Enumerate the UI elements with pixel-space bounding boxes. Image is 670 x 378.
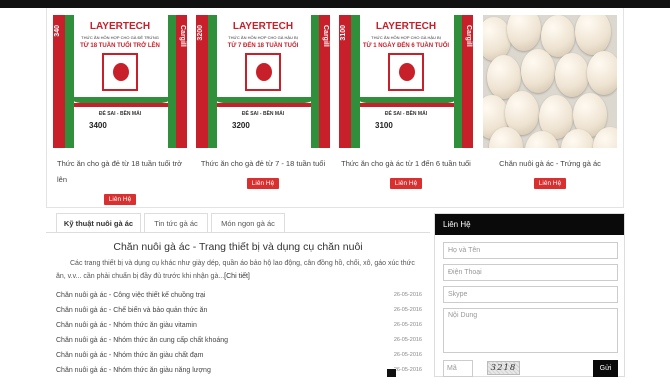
captcha-row: Mã 3218 Gửi (443, 360, 618, 377)
news-title[interactable]: Chăn nuôi gà ác - Công việc thiết kế chu… (56, 292, 205, 299)
egg (587, 51, 617, 95)
contact-form: Liên Hệ Họ và Tên Điện Thoại Skype Nội D… (434, 213, 625, 377)
contact-button[interactable]: Liên Hệ (103, 194, 137, 205)
scroll-to-top-button[interactable] (387, 369, 396, 377)
news-date: 26-05-2016 (393, 367, 422, 373)
article-description: Các trang thiết bị và dụng cụ khác như g… (56, 257, 418, 283)
product-caption[interactable]: Thức ăn cho gà đẻ từ 18 tuần tuổi trở lê… (53, 156, 187, 188)
bag-tagline: ĐẺ SAI - BỀN MÁI (98, 111, 142, 117)
captcha-input[interactable]: Mã (443, 360, 473, 377)
captcha-image: 3218 (487, 361, 520, 375)
list-item[interactable]: Chăn nuôi gà ác - Nhóm thức ăn cung cấp … (56, 333, 428, 348)
egg (507, 15, 541, 51)
list-item[interactable]: Chăn nuôi gà ác - Chế biến và bảo quản t… (56, 303, 428, 318)
bag-stripe (360, 103, 454, 107)
tab-mon-ngon[interactable]: Món ngon gà ác (211, 213, 285, 233)
list-item[interactable]: Chăn nuôi gà ác - Nhóm thức ăn giàu năng… (56, 363, 428, 378)
bag-line1: THỨC ĂN HỖN HỢP CHO GÀ HẬU BỊ (228, 35, 298, 40)
contact-button[interactable]: Liên Hệ (246, 178, 280, 189)
contact-button[interactable]: Liên Hệ (389, 178, 423, 189)
chicken-logo-icon (245, 53, 281, 91)
news-title[interactable]: Chăn nuôi gà ác - Nhóm thức ăn giàu vita… (56, 322, 197, 329)
product-card: 3200 Cargill LAYERTECH THỨC ĂN HỖN HỢP C… (196, 15, 330, 190)
product-caption[interactable]: Thức ăn cho gà ác từ 1 đến 6 tuần tuổi (339, 156, 473, 172)
product-carousel: 340 Cargill LAYERTECH THỨC ĂN HỖN HỢP CH… (46, 8, 624, 208)
product-image[interactable]: 340 Cargill LAYERTECH THỨC ĂN HỖN HỢP CH… (53, 15, 187, 148)
bag-code: 3200 (232, 121, 250, 130)
eggs-image[interactable] (483, 15, 617, 148)
chicken-logo-icon (388, 53, 424, 91)
article-title[interactable]: Chăn nuôi gà ác - Trang thiết bị và dụng… (46, 241, 430, 253)
contact-button[interactable]: Liên Hệ (533, 178, 567, 189)
news-date: 26-05-2016 (393, 352, 422, 358)
news-date: 26-05-2016 (393, 292, 422, 298)
product-card: 340 Cargill LAYERTECH THỨC ĂN HỖN HỢP CH… (53, 15, 187, 206)
list-item[interactable]: Chăn nuôi gà ác - Nhóm thức ăn giàu vita… (56, 318, 428, 333)
product-image[interactable]: 3100 Cargill LAYERTECH THỨC ĂN HỖN HỢP C… (339, 15, 473, 148)
bag-line1: THỨC ĂN HỖN HỢP CHO GÀ ĐẺ TRỨNG (81, 35, 159, 40)
news-date: 26-05-2016 (393, 337, 422, 343)
list-item[interactable]: Chăn nuôi gà ác - Nhóm thức ăn giàu chất… (56, 348, 428, 363)
send-button[interactable]: Gửi (593, 360, 618, 377)
news-title[interactable]: Chăn nuôi gà ác - Nhóm thức ăn giàu năng… (56, 367, 211, 374)
message-textarea[interactable]: Nội Dung (443, 308, 618, 353)
skype-input[interactable]: Skype (443, 286, 618, 303)
egg (521, 49, 555, 93)
product-caption[interactable]: Thức ăn cho gà đẻ từ 7 - 18 tuần tuổi (196, 156, 330, 172)
bag-brand: LAYERTECH (89, 21, 151, 32)
phone-input[interactable]: Điện Thoại (443, 264, 618, 281)
product-card: Chăn nuôi gà ác - Trứng gà ác Liên Hệ (483, 15, 617, 190)
bag-line2: TỪ 18 TUẦN TUỔI TRỞ LÊN (80, 43, 160, 49)
product-caption[interactable]: Chăn nuôi gà ác - Trứng gà ác (483, 156, 617, 172)
egg (555, 53, 589, 97)
top-navigation-bar (0, 0, 670, 8)
tab-ky-thuat[interactable]: Kỹ thuật nuôi gà ác (56, 213, 141, 233)
bag-code: 3100 (375, 121, 393, 130)
name-input[interactable]: Họ và Tên (443, 242, 618, 259)
news-date: 26-05-2016 (393, 307, 422, 313)
product-card: 3100 Cargill LAYERTECH THỨC ĂN HỖN HỢP C… (339, 15, 473, 190)
bag-stripe (74, 103, 168, 107)
chicken-logo-icon (102, 53, 138, 91)
product-image[interactable]: 3200 Cargill LAYERTECH THỨC ĂN HỖN HỢP C… (196, 15, 330, 148)
bag-line1: THỨC ĂN HỖN HỢP CHO GÀ HẬU BỊ (371, 35, 441, 40)
bag-brand: LAYERTECH (232, 21, 294, 32)
read-more-link[interactable]: [Chi tiết] (224, 273, 250, 280)
bag-line2: TỪ 1 NGÀY ĐẾN 6 TUẦN TUỔI (362, 43, 450, 49)
contact-heading: Liên Hệ (435, 214, 624, 235)
bag-stripe (217, 103, 311, 107)
news-date: 26-05-2016 (393, 322, 422, 328)
bag-code: 3400 (89, 121, 107, 130)
news-title[interactable]: Chăn nuôi gà ác - Chế biến và bảo quản t… (56, 307, 207, 314)
bag-tagline: ĐẺ SAI - BỀN MÁI (384, 111, 428, 117)
news-title[interactable]: Chăn nuôi gà ác - Nhóm thức ăn giàu chất… (56, 352, 204, 359)
bag-line2: TỪ 7 ĐẾN 18 TUẦN TUỔI (227, 43, 299, 49)
news-title[interactable]: Chăn nuôi gà ác - Nhóm thức ăn cung cấp … (56, 337, 228, 344)
egg (575, 15, 611, 55)
bag-brand: LAYERTECH (375, 21, 437, 32)
news-list: Chăn nuôi gà ác - Công việc thiết kế chu… (56, 288, 428, 378)
bag-tagline: ĐẺ SAI - BỀN MÁI (241, 111, 285, 117)
article-panel: Chăn nuôi gà ác - Trang thiết bị và dụng… (46, 232, 430, 377)
list-item[interactable]: Chăn nuôi gà ác - Công việc thiết kế chu… (56, 288, 428, 303)
tab-tin-tuc[interactable]: Tin tức gà ác (144, 213, 208, 233)
